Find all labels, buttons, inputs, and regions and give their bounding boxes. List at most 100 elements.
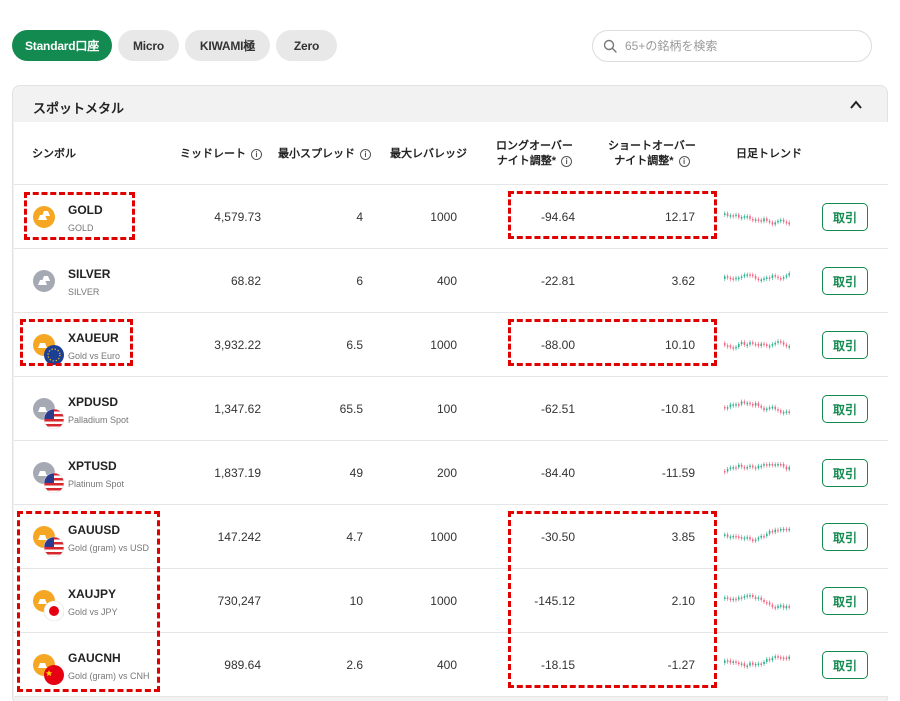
symbol-description: Gold vs Euro [68, 351, 121, 361]
chevron-up-icon[interactable] [849, 98, 863, 112]
table-row[interactable]: XAUEUR Gold vs Euro 3,932.22 6.5 1000 -8… [14, 313, 888, 377]
min-spread: 6 [356, 274, 363, 288]
col-long-line2-wrap: ナイト調整* i [496, 154, 573, 169]
symbol-description: SILVER [68, 287, 100, 297]
trade-button[interactable]: 取引 [822, 203, 868, 231]
tab-micro[interactable]: Micro [118, 30, 179, 61]
col-long-line1: ロングオーバー [496, 140, 573, 152]
col-mid-label: ミッドレート [180, 148, 246, 160]
min-spread: 4 [356, 210, 363, 224]
max-leverage: 1000 [430, 338, 457, 352]
symbol-description: Platinum Spot [68, 479, 125, 489]
daily-trend-sparkline [724, 593, 790, 611]
daily-trend-sparkline [724, 462, 790, 475]
trade-button[interactable]: 取引 [822, 331, 868, 359]
info-icon[interactable]: i [251, 148, 262, 160]
search-icon [603, 39, 617, 53]
symbol-name: GAUUSD [68, 523, 121, 537]
table-row[interactable]: XAUJPY Gold vs JPY 730,247 10 1000 -145.… [14, 569, 888, 633]
trade-button[interactable]: 取引 [822, 587, 868, 615]
col-short-swap: ショートオーバー ナイト調整* i [608, 139, 696, 169]
col-short-line1: ショートオーバー [608, 140, 696, 152]
daily-trend-sparkline [724, 271, 790, 283]
long-swap: -88.00 [540, 338, 575, 352]
symbol-description: Palladium Spot [68, 415, 129, 425]
symbol-name: XPTUSD [68, 459, 117, 473]
col-short-line2: ナイト調整* [614, 155, 674, 167]
symbol-name: SILVER [68, 267, 111, 281]
mid-rate: 1,347.62 [214, 402, 261, 416]
col-long-line2: ナイト調整* [496, 155, 557, 167]
table-body: GOLD GOLD 4,579.73 4 1000 -94.64 12.17 取… [14, 185, 888, 697]
table-header: シンボル ミッドレート i 最小スプレッド i 最大レバレッジ ロングオーバー ナイ… [14, 122, 888, 185]
palladium-us-flag-icon [33, 398, 64, 429]
max-leverage: 100 [436, 402, 457, 416]
trade-button[interactable]: 取引 [822, 459, 868, 487]
table-row[interactable]: SILVER SILVER 68.82 6 400 -22.81 3.62 取引 [14, 249, 888, 313]
tab-standard[interactable]: Standard口座 [12, 30, 112, 61]
symbol-name: XAUJPY [68, 587, 117, 601]
col-symbol: シンボル [32, 148, 76, 160]
short-swap: 10.10 [664, 338, 695, 352]
trade-button[interactable]: 取引 [822, 651, 868, 679]
account-tabs: Standard口座 Micro KIWAMI極 Zero [12, 30, 337, 61]
symbol-description: Gold vs JPY [68, 607, 118, 617]
trade-button[interactable]: 取引 [822, 395, 868, 423]
max-leverage: 1000 [430, 594, 457, 608]
mid-rate: 1,837.19 [214, 466, 261, 480]
table-row[interactable]: XPTUSD Platinum Spot 1,837.19 49 200 -84… [14, 441, 888, 505]
mid-rate: 730,247 [217, 594, 261, 608]
table-row[interactable]: XPDUSD Palladium Spot 1,347.62 65.5 100 … [14, 377, 888, 441]
symbol-description: Gold (gram) vs CNH [68, 671, 150, 681]
gold-bar-icon [33, 206, 55, 228]
mid-rate: 989.64 [224, 658, 261, 672]
tab-zero[interactable]: Zero [276, 30, 337, 61]
table-row[interactable]: GAUCNH Gold (gram) vs CNH 989.64 2.6 400… [14, 633, 888, 697]
max-leverage: 1000 [430, 210, 457, 224]
mid-rate: 147.242 [217, 530, 261, 544]
col-spread: 最小スプレッド i [278, 147, 371, 162]
max-leverage: 400 [436, 274, 457, 288]
symbol-description: Gold (gram) vs USD [68, 543, 150, 553]
daily-trend-sparkline [724, 211, 790, 227]
daily-trend-sparkline [724, 654, 790, 670]
search-box[interactable] [592, 30, 872, 62]
mid-rate: 3,932.22 [214, 338, 261, 352]
search-input[interactable] [625, 39, 855, 53]
max-leverage: 1000 [430, 530, 457, 544]
short-swap: 3.85 [671, 530, 695, 544]
long-swap: -94.64 [540, 210, 575, 224]
short-swap: -11.59 [661, 466, 695, 480]
symbol-description: GOLD [68, 223, 94, 233]
symbol-name: GAUCNH [68, 651, 121, 665]
min-spread: 65.5 [339, 402, 363, 416]
min-spread: 4.7 [346, 530, 363, 544]
trade-button[interactable]: 取引 [822, 267, 868, 295]
trade-button[interactable]: 取引 [822, 523, 868, 551]
long-swap: -145.12 [534, 594, 575, 608]
table-row[interactable]: GOLD GOLD 4,579.73 4 1000 -94.64 12.17 取… [14, 185, 888, 249]
section-title: スポットメタル [33, 101, 125, 116]
gold-china-flag-icon [33, 654, 64, 685]
long-swap: -62.51 [540, 402, 575, 416]
symbol-name: GOLD [68, 203, 103, 217]
short-swap: 12.17 [664, 210, 695, 224]
info-icon[interactable]: i [360, 148, 371, 160]
col-spread-label: 最小スプレッド [278, 148, 355, 160]
info-icon[interactable]: i [561, 155, 573, 167]
min-spread: 2.6 [346, 658, 363, 672]
daily-trend-sparkline [724, 399, 790, 416]
gold-japan-flag-icon [33, 590, 64, 621]
daily-trend-sparkline [724, 526, 790, 544]
long-swap: -22.81 [540, 274, 575, 288]
table-row[interactable]: GAUUSD Gold (gram) vs USD 147.242 4.7 10… [14, 505, 888, 569]
long-swap: -30.50 [540, 530, 575, 544]
tab-kiwami[interactable]: KIWAMI極 [185, 30, 270, 61]
info-icon[interactable]: i [678, 155, 690, 167]
min-spread: 10 [349, 594, 363, 608]
platinum-us-flag-icon [33, 462, 64, 493]
col-short-line2-wrap: ナイト調整* i [608, 154, 696, 169]
mid-rate: 68.82 [230, 274, 261, 288]
long-swap: -84.40 [540, 466, 575, 480]
mid-rate: 4,579.73 [214, 210, 261, 224]
